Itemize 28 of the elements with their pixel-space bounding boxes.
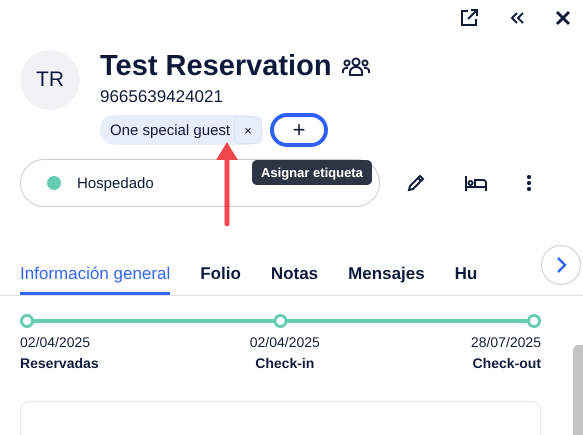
bed-icon[interactable] xyxy=(464,174,488,192)
tab[interactable]: Mensajes xyxy=(348,264,425,295)
remove-tag-button[interactable]: × xyxy=(234,116,262,144)
chevron-right-icon xyxy=(555,256,567,274)
timeline-label: Check-in xyxy=(255,355,314,371)
reservation-title: Test Reservation xyxy=(100,50,332,83)
timeline-label: Check-out xyxy=(472,355,541,371)
open-external-icon[interactable] xyxy=(459,8,479,28)
tab[interactable]: Hu xyxy=(454,264,478,295)
add-tag-button[interactable]: + xyxy=(270,113,328,147)
avatar: TR xyxy=(20,50,80,110)
status-label: Hospedado xyxy=(77,174,154,192)
tab[interactable]: Notas xyxy=(270,264,318,295)
timeline-date: 28/07/2025 xyxy=(470,334,541,350)
tooltip: Asignar etiqueta xyxy=(252,160,372,185)
timeline-date: 02/04/2025 xyxy=(20,334,92,350)
reservation-number: 9665639424021 xyxy=(100,87,224,107)
tab[interactable]: Información general xyxy=(20,264,170,295)
next-tabs-button[interactable] xyxy=(541,245,581,285)
more-icon[interactable] xyxy=(526,174,532,192)
pencil-icon[interactable] xyxy=(406,173,426,193)
timeline-label: Reservadas xyxy=(20,355,99,371)
tag-label: One special guest xyxy=(110,122,230,138)
group-icon xyxy=(342,56,370,78)
tab[interactable]: Folio xyxy=(200,264,241,295)
timeline-date: 02/04/2025 xyxy=(250,334,320,350)
close-icon[interactable] xyxy=(555,10,571,26)
collapse-icon[interactable] xyxy=(509,11,525,25)
